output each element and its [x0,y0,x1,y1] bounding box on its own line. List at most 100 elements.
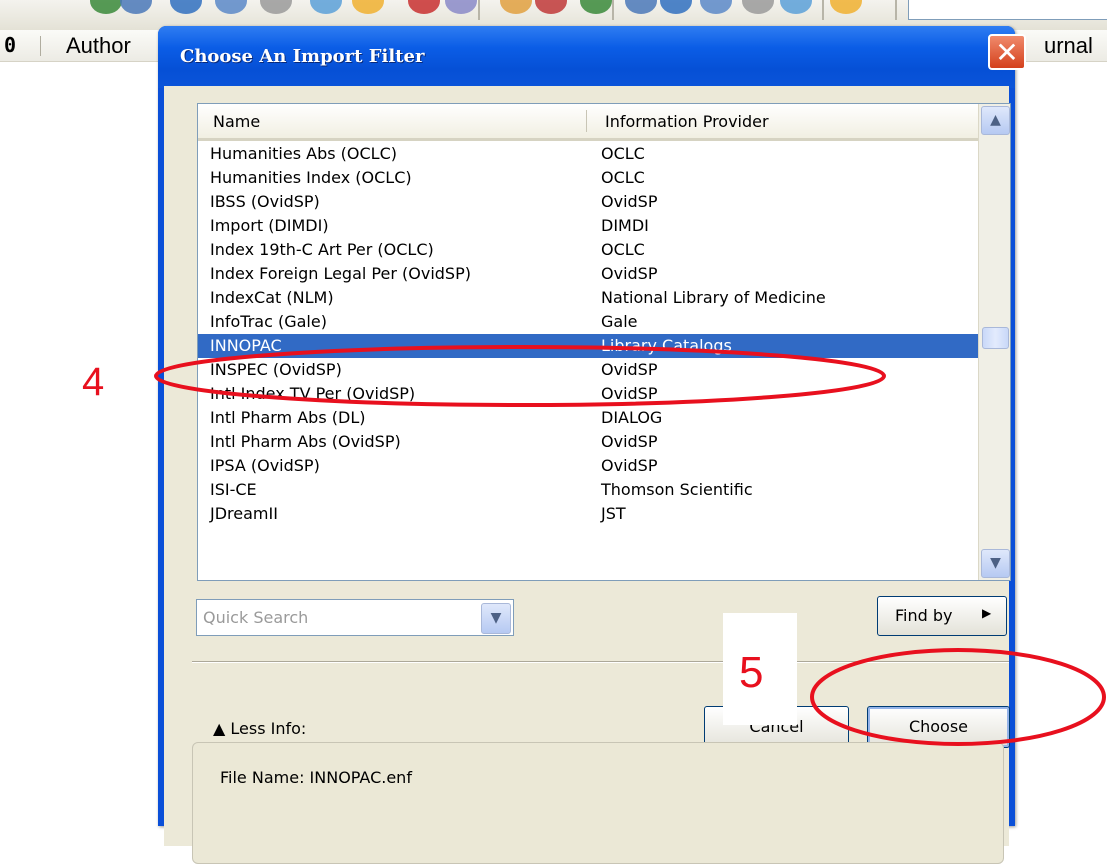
filter-provider: OvidSP [601,384,658,403]
scroll-thumb[interactable] [982,327,1009,349]
filter-provider: OCLC [601,240,645,259]
toolbar-icon[interactable] [445,0,477,14]
filter-name: IPSA (OvidSP) [210,456,320,475]
find-by-button[interactable]: Find by ▶ [877,596,1007,636]
dialog-body: Name Information Provider Humanities Abs… [164,86,1011,864]
toolbar-icon[interactable] [408,0,440,14]
filter-provider: OvidSP [601,360,658,379]
file-name-label: File Name: INNOPAC.enf [220,768,412,787]
filter-provider: Gale [601,312,638,331]
filter-name: Intl Pharm Abs (OvidSP) [210,432,401,451]
annotation-step-5: 5 [739,648,764,697]
filter-row[interactable]: Humanities Abs (OCLC) OCLC [198,142,978,166]
filter-row[interactable]: INNOPAC Library Catalogs [198,334,978,358]
filter-name: Intl Index TV Per (OvidSP) [210,384,416,403]
annotation-step-4: 4 [82,360,105,404]
filter-list[interactable]: Name Information Provider Humanities Abs… [197,103,1011,581]
filter-info-panel [192,742,1004,864]
toolbar-icon[interactable] [260,0,292,14]
toolbar-icon[interactable] [742,0,774,14]
filter-provider: JST [601,504,626,523]
filter-provider: DIMDI [601,216,649,235]
dialog-divider [192,661,1009,663]
toolbar-search-field[interactable] [908,0,1107,20]
paperclip-icon[interactable]: 0 [4,33,16,57]
filter-name: INSPEC (OvidSP) [210,360,342,379]
list-scrollbar[interactable]: ▲ ▼ [978,104,1010,580]
filter-row[interactable]: Intl Pharm Abs (DL) DIALOG [198,406,978,430]
toolbar-icon[interactable] [120,0,152,14]
filter-name: Humanities Abs (OCLC) [210,144,397,163]
column-journal[interactable]: urnal [1044,33,1093,59]
toolbar-separator [895,0,897,20]
scroll-down-icon[interactable]: ▼ [981,549,1010,578]
header-divider[interactable] [586,110,587,132]
toolbar-icon[interactable] [215,0,247,14]
toolbar-icon[interactable] [500,0,532,14]
filter-provider: Thomson Scientific [601,480,753,499]
column-divider [40,36,41,56]
filter-list-header: Name Information Provider [198,104,978,141]
close-icon[interactable]: ✕ [988,34,1026,70]
chevron-down-icon[interactable]: ▼ [481,603,511,634]
import-filter-dialog: Choose An Import Filter Name Information… [158,26,1026,864]
quick-search-placeholder: Quick Search [203,608,309,627]
toolbar-icon[interactable] [580,0,612,14]
filter-row[interactable]: Intl Index TV Per (OvidSP) OvidSP [198,382,978,406]
toolbar-icon[interactable] [90,0,122,14]
toolbar-icon[interactable] [352,0,384,14]
filter-row[interactable]: Index Foreign Legal Per (OvidSP) OvidSP [198,262,978,286]
toolbar-icon[interactable] [660,0,692,14]
toolbar-icon[interactable] [535,0,567,14]
filter-row[interactable]: IndexCat (NLM) National Library of Medici… [198,286,978,310]
scroll-up-icon[interactable]: ▲ [981,106,1010,135]
triangle-right-icon: ▶ [982,606,992,620]
filter-name: Index 19th-C Art Per (OCLC) [210,240,434,259]
filter-provider: OCLC [601,144,645,163]
filter-name: IndexCat (NLM) [210,288,334,307]
less-info-toggle[interactable]: ▲ Less Info: [213,719,306,738]
quick-search-combobox[interactable]: Quick Search ▼ [196,599,514,636]
find-by-label: Find by [895,606,953,625]
toolbar-separator [822,0,824,20]
column-author[interactable]: Author [66,33,131,59]
toolbar-icon[interactable] [310,0,342,14]
toolbar-separator [612,0,614,20]
filter-row[interactable]: IPSA (OvidSP) OvidSP [198,454,978,478]
filter-name: IBSS (OvidSP) [210,192,320,211]
toolbar-separator [478,0,480,20]
toolbar-icon[interactable] [830,0,862,14]
header-information-provider[interactable]: Information Provider [605,112,769,131]
less-info-label: Less Info: [230,719,307,738]
filter-provider: OvidSP [601,192,658,211]
filter-row[interactable]: Import (DIMDI) DIMDI [198,214,978,238]
filter-row[interactable]: INSPEC (OvidSP) OvidSP [198,358,978,382]
filter-row[interactable]: IBSS (OvidSP) OvidSP [198,190,978,214]
toolbar-icon[interactable] [170,0,202,14]
filter-provider: National Library of Medicine [601,288,826,307]
filter-provider: OvidSP [601,456,658,475]
filter-row[interactable]: ISI-CE Thomson Scientific [198,478,978,502]
filter-row[interactable]: Intl Pharm Abs (OvidSP) OvidSP [198,430,978,454]
toolbar-icon[interactable] [780,0,812,14]
filter-provider: OvidSP [601,264,658,283]
filter-name: Intl Pharm Abs (DL) [210,408,366,427]
filter-name: InfoTrac (Gale) [210,312,327,331]
filter-row[interactable]: InfoTrac (Gale) Gale [198,310,978,334]
dialog-titlebar[interactable]: Choose An Import Filter [158,26,1015,88]
filter-name: Index Foreign Legal Per (OvidSP) [210,264,471,283]
filter-row[interactable]: JDreamII JST [198,502,978,526]
chevron-up-icon: ▲ [213,719,226,738]
dialog-title: Choose An Import Filter [180,46,425,67]
filter-row[interactable]: Index 19th-C Art Per (OCLC) OCLC [198,238,978,262]
filter-name: Import (DIMDI) [210,216,329,235]
filter-provider: DIALOG [601,408,663,427]
filter-provider: OvidSP [601,432,658,451]
header-name[interactable]: Name [213,112,260,131]
filter-row[interactable]: Humanities Index (OCLC) OCLC [198,166,978,190]
filter-provider: Library Catalogs [601,336,732,355]
toolbar-icon[interactable] [625,0,657,14]
filter-provider: OCLC [601,168,645,187]
filter-name: Humanities Index (OCLC) [210,168,412,187]
toolbar-icon[interactable] [700,0,732,14]
